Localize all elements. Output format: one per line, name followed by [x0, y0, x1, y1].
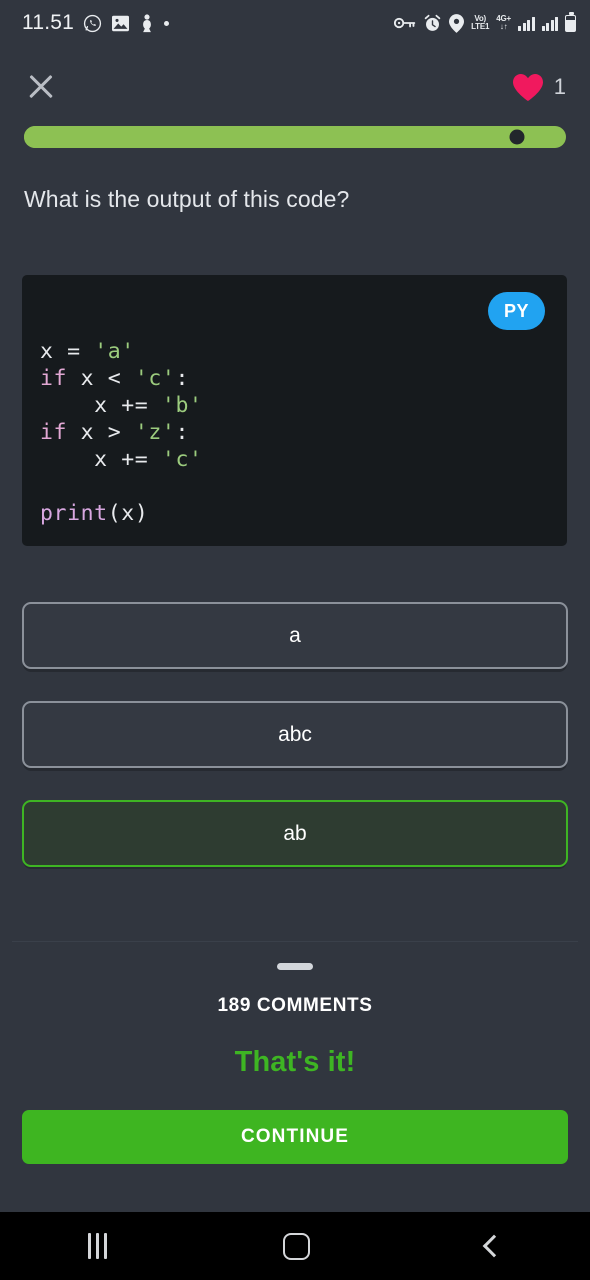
data-network-indicator: 4G+ ↓↑ — [496, 15, 511, 31]
close-icon[interactable] — [24, 70, 58, 104]
hearts-indicator[interactable]: 1 — [512, 73, 566, 102]
volte-bottom: LTE1 — [471, 22, 490, 31]
key-icon — [394, 16, 416, 30]
answer-options: a abc ab — [22, 602, 568, 899]
code-block: PY x = 'a' if x < 'c': x += 'b' if x > 'z'… — [22, 275, 567, 546]
dot-icon — [164, 20, 169, 26]
answer-option-label: ab — [283, 821, 307, 845]
code-line: if x > 'z': — [40, 419, 557, 446]
language-badge: PY — [488, 292, 545, 330]
answer-option-1[interactable]: a — [22, 602, 568, 669]
answer-option-2[interactable]: abc — [22, 701, 568, 768]
heart-icon — [512, 73, 544, 102]
progress-fill — [24, 126, 518, 148]
code-token: : — [175, 366, 190, 391]
progress-bar — [24, 126, 566, 148]
code-line: print(x) — [40, 500, 557, 527]
code-line: if x < 'c': — [40, 365, 557, 392]
code-token: if — [40, 366, 68, 391]
status-bar: 11.51 Vo) LTE1 4G+ ↓↑ — [0, 0, 590, 46]
continue-button[interactable]: CONTINUE — [22, 1110, 568, 1164]
lesson-header: 1 — [0, 56, 590, 118]
sheet-drag-handle[interactable] — [277, 963, 313, 970]
home-icon[interactable] — [283, 1232, 310, 1260]
code-token: print — [40, 501, 108, 526]
code-line: x += 'c' — [40, 446, 557, 473]
data-arrows: ↓↑ — [499, 22, 508, 31]
code-content: x = 'a' if x < 'c': x += 'b' if x > 'z': x… — [40, 338, 557, 527]
code-token: if — [40, 420, 68, 445]
code-token: 'b' — [161, 393, 203, 418]
back-icon[interactable] — [482, 1234, 506, 1258]
question-text: What is the output of this code? — [24, 186, 350, 212]
status-time: 11.51 — [22, 11, 74, 34]
status-bar-right: Vo) LTE1 4G+ ↓↑ — [394, 12, 576, 33]
signal-bars-icon — [518, 16, 535, 31]
progress-thumb-icon — [509, 129, 525, 145]
code-token: x += — [40, 393, 162, 418]
status-bar-left: 11.51 — [22, 11, 169, 35]
alarm-icon — [423, 14, 442, 33]
battery-icon — [565, 12, 576, 32]
android-nav-bar — [0, 1212, 590, 1280]
comments-count-label[interactable]: 189 COMMENTS — [0, 995, 590, 1017]
whatsapp-icon — [83, 14, 102, 33]
recents-icon[interactable] — [88, 1233, 107, 1259]
code-line: x += 'b' — [40, 392, 557, 419]
figure-icon — [139, 13, 155, 33]
code-token: 'a' — [94, 339, 135, 364]
code-token: 'z' — [134, 420, 176, 445]
code-token: x += — [40, 447, 162, 472]
code-token: 'c' — [134, 366, 176, 391]
hearts-count: 1 — [553, 74, 566, 99]
code-token: x = — [40, 339, 95, 364]
volte-indicator: Vo) LTE1 — [471, 15, 489, 31]
answer-option-label: a — [289, 623, 301, 647]
answer-option-3[interactable]: ab — [22, 800, 568, 867]
code-token: x > — [67, 420, 135, 445]
signal-bars-icon — [541, 16, 558, 31]
section-divider — [12, 941, 578, 942]
code-token: (x) — [107, 501, 149, 526]
location-icon — [449, 13, 465, 33]
code-token: 'c' — [161, 447, 203, 472]
code-line: x = 'a' — [40, 338, 557, 365]
code-token: x < — [67, 366, 135, 391]
image-icon — [111, 15, 130, 32]
code-token: : — [175, 420, 190, 445]
result-verdict: That's it! — [234, 1046, 356, 1078]
answer-option-label: abc — [278, 722, 312, 746]
app-root: 11.51 Vo) LTE1 4G+ ↓↑ 1 What is the outp… — [0, 0, 590, 1280]
